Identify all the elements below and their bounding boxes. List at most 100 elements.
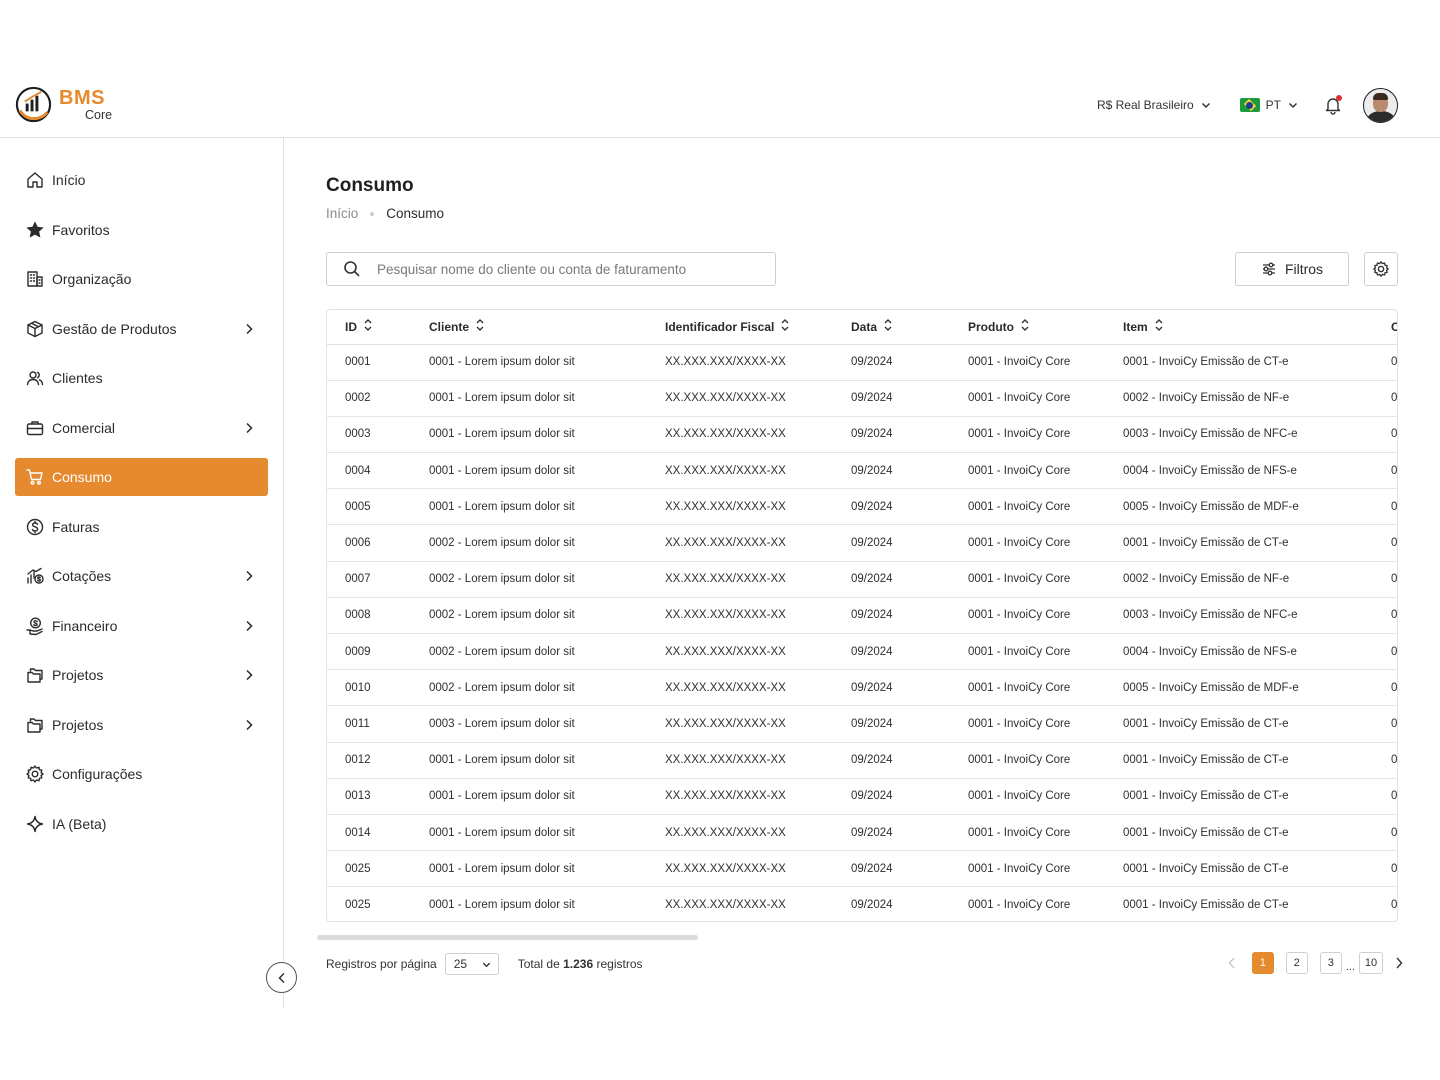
cell-item: 0001 - InvoiCy Emissão de CT-e [1123,778,1391,815]
home-icon [25,170,45,190]
pagination: 1 2 3 ... 10 [1224,952,1407,974]
sort-icon[interactable] [780,318,790,335]
sidebar-item-favoritos[interactable]: Favoritos [15,211,268,249]
table-row[interactable]: 0025 0001 - Lorem ipsum dolor sit XX.XXX.X… [327,887,1397,921]
sidebar-item-projetos[interactable]: Projetos [15,706,268,744]
sidebar-item-inicio[interactable]: Início [15,161,268,199]
sidebar-item-label: Financeiro [52,617,118,634]
notifications-button[interactable] [1323,95,1343,115]
breadcrumb-home[interactable]: Início [326,206,358,221]
cell-identificador-fiscal: XX.XXX.XXX/XXXX-XX [665,524,851,562]
cell-cliente: 0001 - Lorem ipsum dolor sit [429,899,575,912]
cell-data: 09/2024 [851,850,968,888]
cell-identificador-fiscal: XX.XXX.XXX/XXXX-XX [665,380,851,417]
star-icon [25,220,45,240]
briefcase-icon [25,418,45,438]
chevron-left-icon [1228,957,1235,969]
total-suffix: registros [596,957,643,971]
prev-page-button[interactable] [1224,955,1240,971]
cell-cliente: 0001 - Lorem ipsum dolor sit [429,416,665,454]
next-page-button[interactable] [1391,955,1407,971]
cell-data: 09/2024 [851,452,968,490]
cell-data: 09/2024 [851,524,968,562]
cell-cliente: 0002 - Lorem ipsum dolor sit [429,524,665,562]
table-row[interactable]: 0010 0002 - Lorem ipsum dolor sit XX.XXX.X… [327,669,1397,707]
cell-id: 0011 [327,705,429,743]
table-row[interactable]: 0004 0001 - Lorem ipsum dolor sit XX.XXX.X… [327,452,1397,490]
page-button[interactable]: 10 [1359,952,1383,974]
sort-icon[interactable] [1154,318,1164,335]
sidebar-item-gestao-de-produtos[interactable]: Gestão de Produtos [15,310,268,348]
language-selector[interactable]: PT [1239,98,1299,112]
page-button[interactable]: 2 [1285,952,1308,974]
sidebar-nav: Início Favoritos Organização Gestão de Prod… [0,138,283,843]
table-row[interactable]: 0013 0001 - Lorem ipsum dolor sit XX.XXX.X… [327,778,1397,815]
currency-selector[interactable]: R$ Real Brasileiro [1097,98,1212,112]
table-row[interactable]: 0012 0001 - Lorem ipsum dolor sit XX.XXX.X… [327,742,1397,779]
table-row[interactable]: 0003 0001 - Lorem ipsum dolor sit XX.XXX.X… [327,416,1397,454]
sidebar-item-faturas[interactable]: Faturas [15,508,268,546]
sidebar-item-label: Projetos [52,716,104,733]
cell-id: 0013 [327,778,429,815]
table-footer: Registros por página 25 Total de 1.236 r… [326,952,1403,976]
sidebar-item-comercial[interactable]: Comercial [15,409,268,447]
sidebar-item-consumo[interactable]: Consumo [15,458,268,496]
column-header-label: Item [1123,319,1148,334]
cell-id: 0002 [327,380,429,417]
table-row[interactable]: 0009 0002 - Lorem ipsum dolor sit XX.XXX.X… [327,633,1397,671]
sidebar-item-configuracoes[interactable]: Configurações [15,755,268,793]
per-page-select[interactable]: 25 [444,953,499,975]
sidebar-item-label: Configurações [52,766,143,782]
cell-item: 0001 - InvoiCy Emissão de CT-e [1123,814,1391,852]
sidebar-item-ia-beta[interactable]: IA (Beta) [15,805,268,843]
cell-item: 0001 - InvoiCy Emissão de CT-e [1123,850,1391,888]
cell-data: 09/2024 [851,705,968,743]
search-input[interactable] [377,261,757,277]
column-header-data[interactable]: Data [851,310,968,345]
table-row[interactable]: 0014 0001 - Lorem ipsum dolor sit XX.XXX.X… [327,814,1397,852]
sidebar-item-label: Favoritos [52,221,110,238]
table-row[interactable]: 0008 0002 - Lorem ipsum dolor sit XX.XXX.X… [327,597,1397,635]
table-row[interactable]: 0002 0001 - Lorem ipsum dolor sit XX.XXX.X… [327,380,1397,417]
sidebar-item-clientes[interactable]: Clientes [15,359,268,397]
horizontal-scrollbar[interactable] [317,935,698,940]
column-header-item[interactable]: Item [1123,310,1391,345]
breadcrumb: Início Consumo [326,206,444,221]
column-header-c[interactable]: C [1391,310,1397,345]
cell-produto: 0001 - InvoiCy Core [968,850,1123,888]
sort-icon[interactable] [1020,318,1030,335]
sort-icon[interactable] [883,318,893,335]
cell-produto: 0001 - InvoiCy Core [968,488,1123,526]
sidebar-item-financeiro[interactable]: Financeiro [15,607,268,645]
sidebar-item-organizacao[interactable]: Organização [15,260,268,298]
sort-icon[interactable] [475,318,485,335]
cell-data: 09/2024 [851,561,968,598]
column-header-cliente[interactable]: Cliente [429,310,665,345]
page-button[interactable]: 3 [1319,952,1342,974]
table-settings-button[interactable] [1364,252,1398,286]
page-button[interactable]: 1 [1251,952,1274,974]
table-row[interactable]: 0011 0003 - Lorem ipsum dolor sit XX.XXX.X… [327,705,1397,743]
user-avatar[interactable] [1363,87,1398,123]
cell-c: 0 [1391,380,1397,417]
sort-icon[interactable] [363,318,373,335]
table-row[interactable]: 0006 0002 - Lorem ipsum dolor sit XX.XXX.X… [327,524,1397,562]
cell-produto: 0001 - InvoiCy Core [968,669,1123,707]
table-row[interactable]: 0007 0002 - Lorem ipsum dolor sit XX.XXX.X… [327,561,1397,598]
search-box[interactable] [326,252,776,286]
collapse-sidebar-button[interactable] [266,962,297,993]
column-header-id[interactable]: ID [327,310,429,345]
sidebar-item-cotacoes[interactable]: Cotações [15,557,268,595]
column-header-produto[interactable]: Produto [968,310,1123,345]
table-row[interactable]: 0001 0001 - Lorem ipsum dolor sit XX.XXX.X… [327,344,1397,381]
cell-item: 0001 - InvoiCy Emissão de CT-e [1123,742,1391,779]
brand-logo[interactable]: BMS Core [14,85,112,124]
table-row[interactable]: 0005 0001 - Lorem ipsum dolor sit XX.XXX.X… [327,488,1397,526]
filters-button[interactable]: Filtros [1235,252,1349,286]
sidebar-item-projetos[interactable]: Projetos [15,656,268,694]
cart-icon [25,467,45,487]
cell-identificador-fiscal: XX.XXX.XXX/XXXX-XX [665,899,786,912]
table-row[interactable]: 0025 0001 - Lorem ipsum dolor sit XX.XXX.X… [327,850,1397,888]
sliders-icon [1262,262,1275,276]
column-header-identificador-fiscal[interactable]: Identificador Fiscal [665,310,851,345]
